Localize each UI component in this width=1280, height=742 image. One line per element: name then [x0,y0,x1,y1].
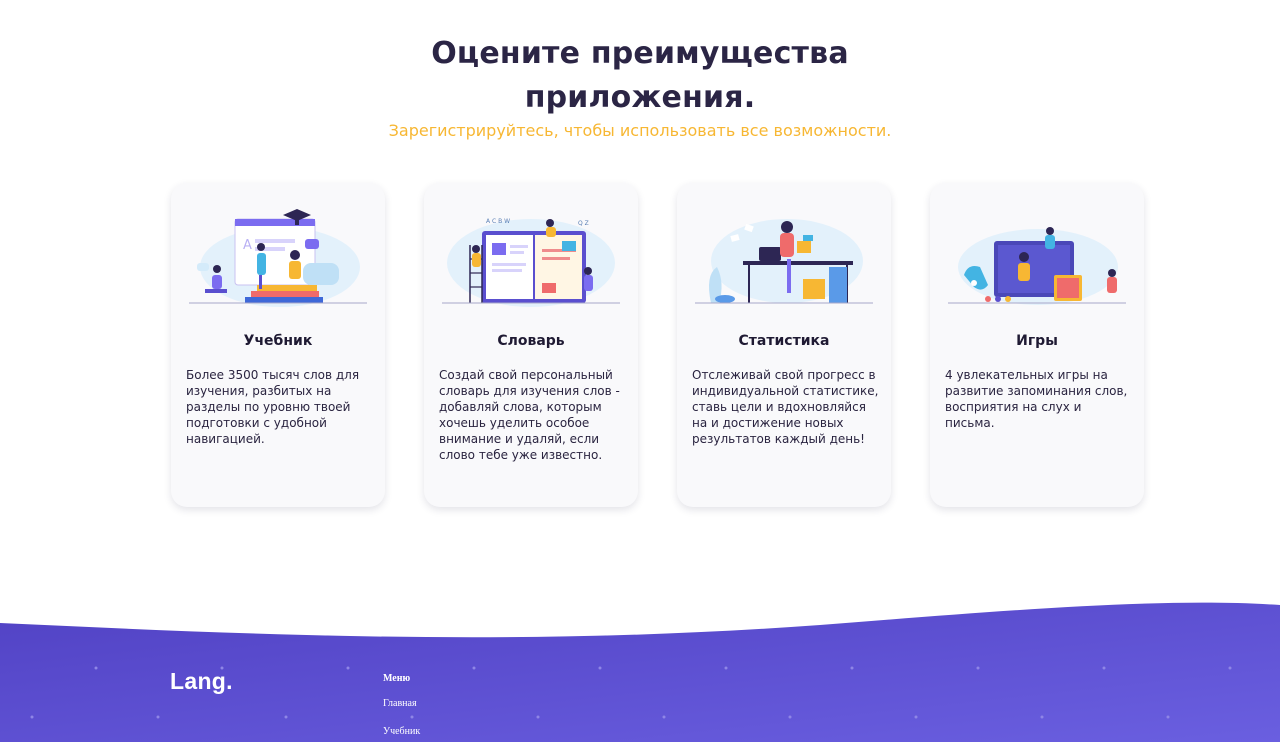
dictionary-book-illustration: A C B W Q Z [442,218,620,307]
feature-description-statistics: Отслеживай свой прогресс в индивидуально… [692,368,879,446]
feature-description-dictionary: Создай свой персональный словарь для изу… [439,368,620,462]
feature-card-games[interactable]: Игры 4 увлекательных игры на развитие за… [930,183,1144,507]
svg-text:Q Z: Q Z [578,220,589,227]
page-subtitle: Зарегистрируйтесь, чтобы использовать вс… [388,121,892,140]
feature-card-statistics[interactable]: Статистика Отслеживай свой прогресс в ин… [677,183,891,507]
students-studying-illustration: A [189,209,367,307]
desk-workspace-illustration [695,219,873,304]
footer-link-textbook[interactable]: Учебник [383,726,420,737]
page-title: Оцените преимущества приложения. [431,36,849,115]
hero-section: Оцените преимущества приложения. Зарегис… [0,32,1280,142]
footer-menu-title: Меню [383,673,411,684]
feature-cards: A Учебник Более 3500 тысяч слов для изуч… [171,183,1146,507]
feature-card-dictionary[interactable]: A C B W Q Z Словарь Создай свой персонал… [424,183,638,507]
feature-title-dictionary: Словарь [497,333,565,349]
svg-text:A C B W: A C B W [486,218,510,225]
games-screen-illustration [948,227,1126,305]
feature-title-textbook: Учебник [243,333,313,349]
feature-card-textbook[interactable]: A Учебник Более 3500 тысяч слов для изуч… [171,183,385,507]
feature-title-games: Игры [1016,333,1058,349]
svg-text:A: A [243,238,252,253]
feature-title-statistics: Статистика [738,333,830,349]
footer-logo[interactable]: Lang. [170,668,233,695]
feature-description-textbook: Более 3500 тысяч слов для изучения, разб… [186,368,360,446]
footer-link-home[interactable]: Главная [383,698,417,709]
feature-description-games: 4 увлекательных игры на развитие запомин… [945,368,1128,430]
